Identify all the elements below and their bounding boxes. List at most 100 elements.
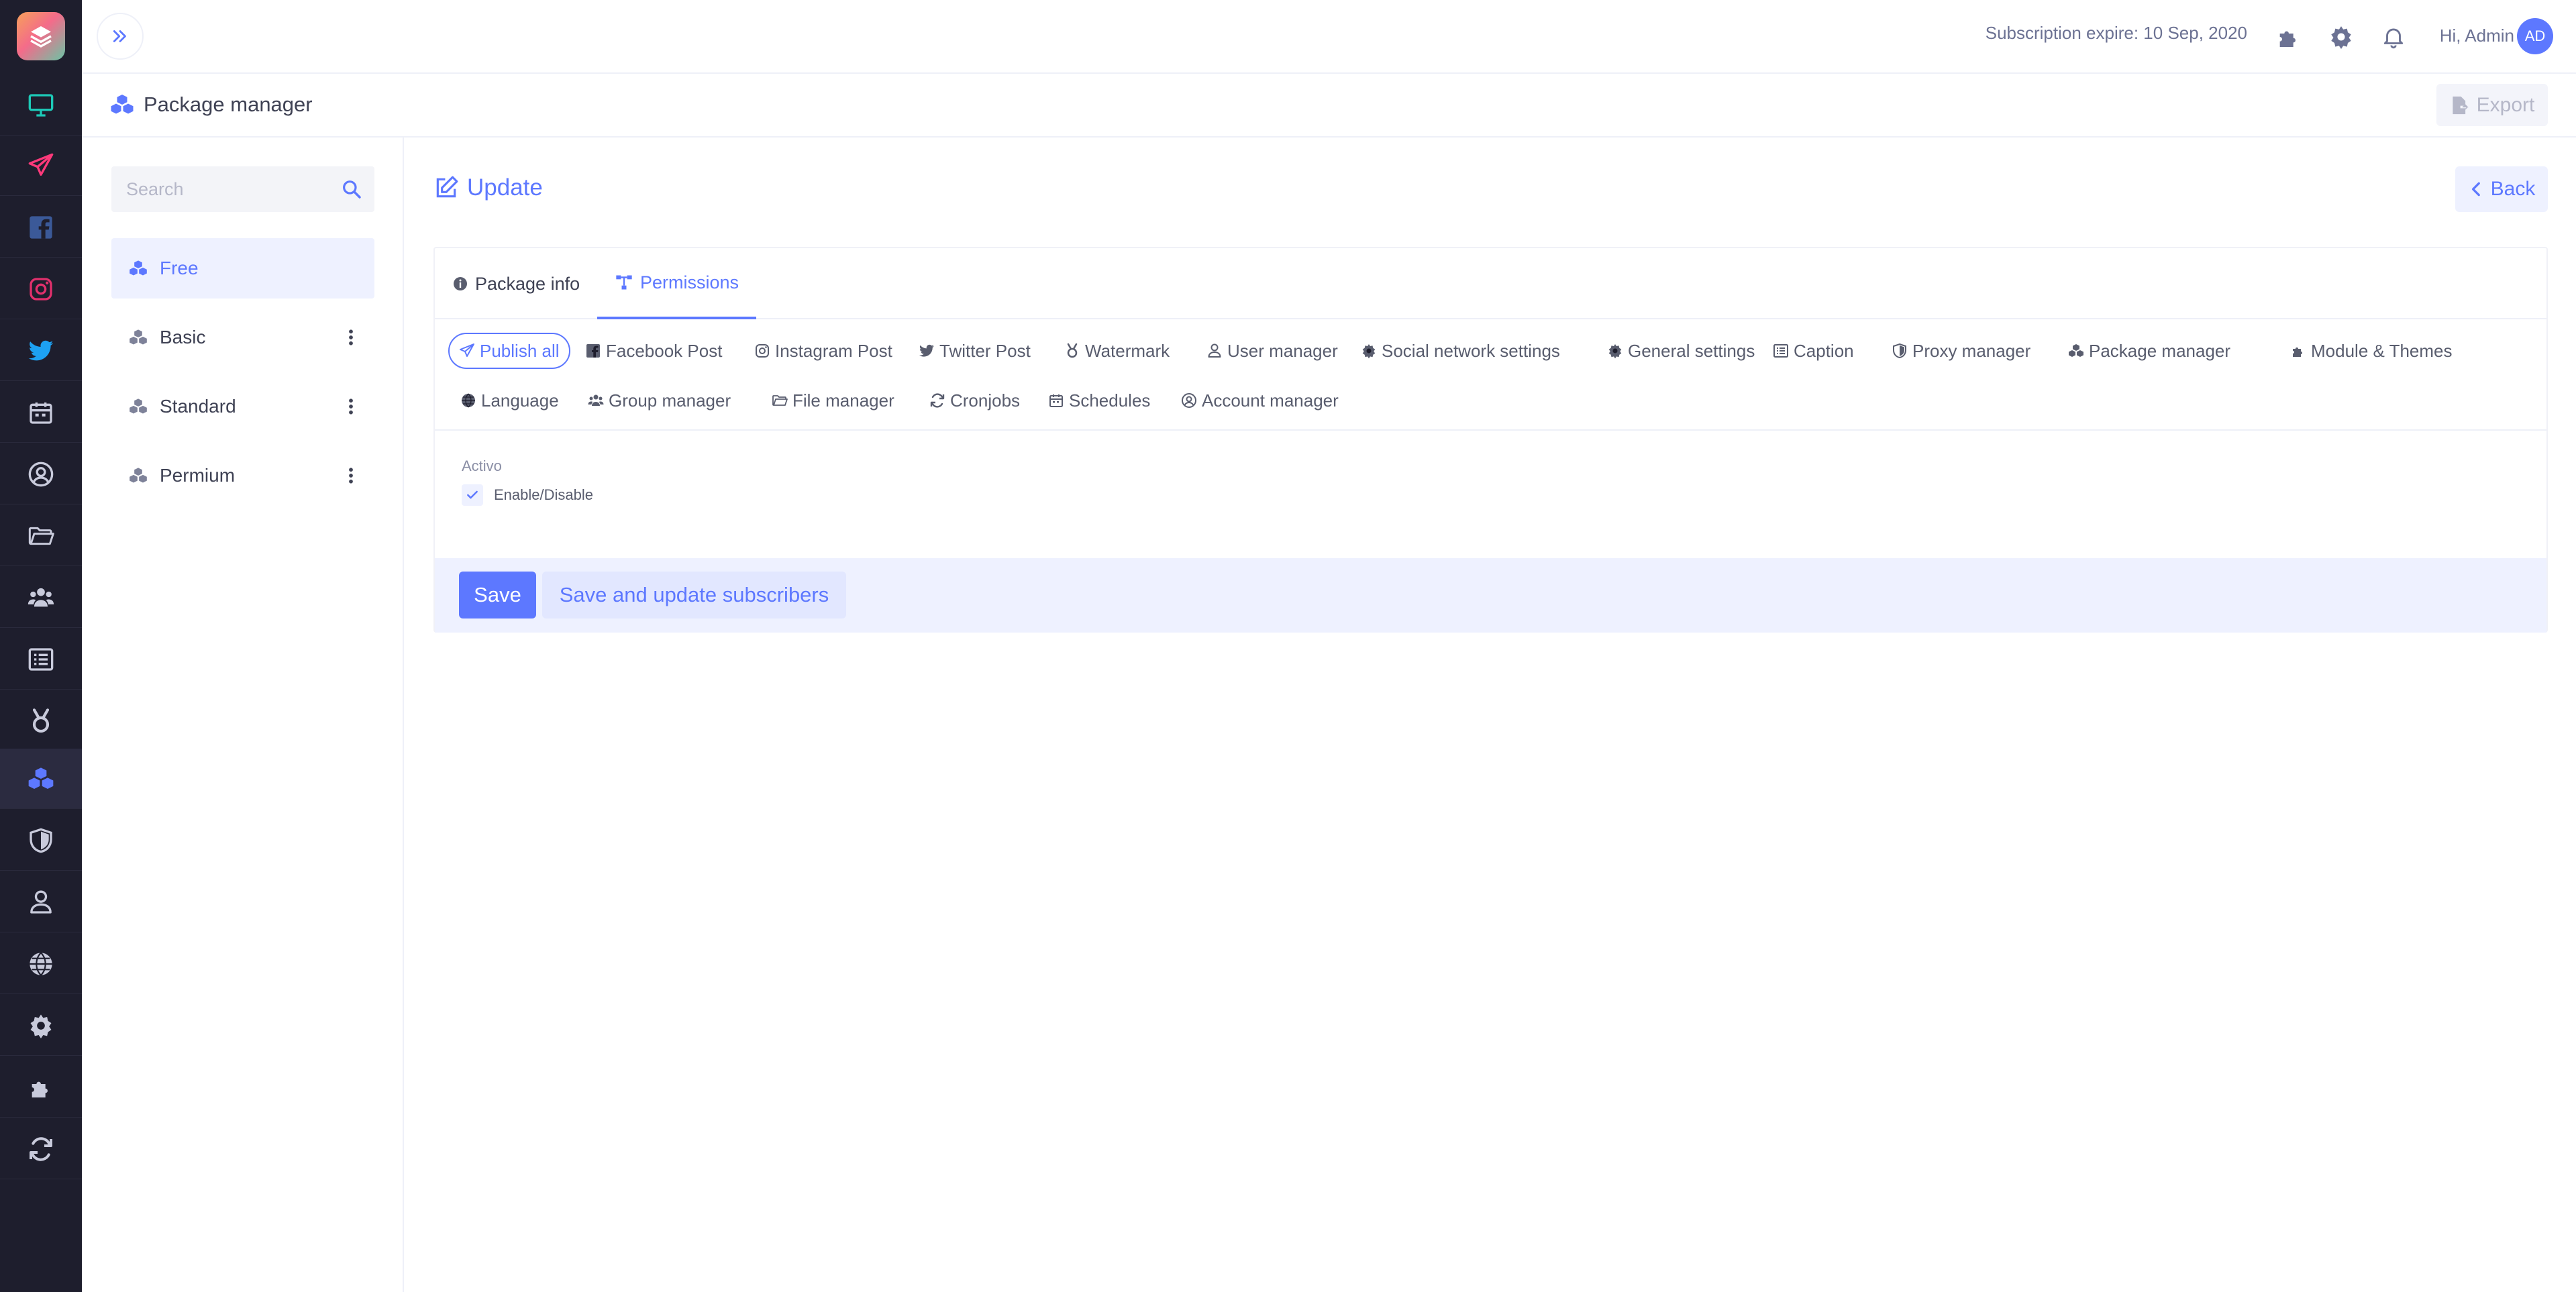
permission-tab-label: Account manager [1202, 390, 1339, 411]
permission-tab-social-network-settings[interactable]: Social network settings [1361, 333, 1560, 369]
update-heading: Update [433, 174, 543, 201]
gear-icon [1362, 344, 1376, 359]
tab-permissions[interactable]: Permissions [597, 248, 757, 319]
sidebar-item-cronjobs[interactable] [0, 1119, 82, 1179]
top-header: Subscription expire: 10 Sep, 2020 Hi, Ad… [82, 0, 2576, 74]
sidebar-item-facebook[interactable] [0, 197, 82, 258]
back-button[interactable]: Back [2455, 166, 2548, 212]
package-item-standard[interactable]: Standard [111, 376, 374, 437]
twitter-icon [28, 340, 54, 360]
permission-tab-group-manager[interactable]: Group manager [588, 382, 731, 419]
sidebar-item-dashboard[interactable] [0, 75, 82, 136]
checkbox-label[interactable]: Enable/Disable [494, 486, 593, 504]
field-label: Activo [462, 457, 502, 474]
sync-icon [930, 393, 945, 408]
form-actions: Save Save and update subscribers [435, 558, 2546, 633]
permission-tab-instagram-post[interactable]: Instagram Post [754, 333, 892, 369]
package-options-button[interactable] [341, 466, 361, 486]
package-item-free[interactable]: Free [111, 238, 374, 299]
twitter-icon [919, 344, 934, 357]
chevron-left-icon [2471, 182, 2480, 197]
permission-tab-publish-all[interactable]: Publish all [448, 333, 570, 369]
sidebar-item-schedules[interactable] [0, 382, 82, 443]
permission-tab-language[interactable]: Language [460, 382, 559, 419]
save-button[interactable]: Save [459, 572, 536, 618]
sidebar-item-user-manager[interactable] [0, 872, 82, 932]
permission-tab-package-manager[interactable]: Package manager [2068, 333, 2230, 369]
sidebar-item-file-manager[interactable] [0, 506, 82, 566]
layers-icon [30, 26, 52, 48]
save-and-update-button[interactable]: Save and update subscribers [542, 572, 846, 618]
modules-header-button[interactable] [2272, 20, 2306, 54]
user-icon [1208, 343, 1221, 358]
permission-tab-caption[interactable]: Caption [1773, 333, 1854, 369]
package-options-button[interactable] [341, 396, 361, 417]
permission-tab-account-manager[interactable]: Account manager [1181, 382, 1339, 419]
settings-header-button[interactable] [2324, 20, 2358, 54]
paper-plane-icon [460, 343, 474, 357]
permission-tab-general-settings[interactable]: General settings [1607, 333, 1755, 369]
permission-tab-label: User manager [1227, 340, 1338, 361]
cubes-icon [130, 468, 147, 483]
gear-icon [30, 1014, 52, 1038]
sidebar-item-account-manager[interactable] [0, 444, 82, 504]
user-icon [30, 890, 52, 914]
calendar-icon [30, 402, 52, 424]
sync-icon [30, 1136, 52, 1161]
cubes-icon [28, 767, 54, 789]
facebook-icon [30, 215, 52, 239]
folder-icon [772, 395, 788, 406]
user-circle-icon [28, 462, 54, 486]
folder-icon [28, 527, 54, 545]
sidebar-item-caption[interactable] [0, 629, 82, 690]
list-icon [28, 647, 54, 671]
export-button[interactable]: Export [2436, 84, 2548, 126]
sidebar-item-group-manager[interactable] [0, 568, 82, 628]
sidebar-item-proxy-manager[interactable] [0, 810, 82, 871]
user-greeting[interactable]: Hi, Admin [2440, 25, 2514, 46]
permission-tab-facebook-post[interactable]: Facebook Post [585, 333, 722, 369]
permission-tabs: Publish all Facebook Post Instagram Post Tw… [435, 319, 2546, 431]
package-list-panel: Free Basic Standard Permium [82, 138, 404, 1292]
permission-tab-cronjobs[interactable]: Cronjobs [929, 382, 1020, 419]
user-circle-icon [1182, 393, 1196, 408]
permission-tab-label: Publish all [480, 340, 560, 361]
instagram-icon [30, 277, 52, 301]
sidebar-item-package-manager[interactable] [0, 749, 82, 809]
sidebar-item-publish[interactable] [0, 136, 82, 196]
form-tabs: Package info Permissions [435, 248, 2546, 319]
package-options-button[interactable] [341, 327, 361, 347]
avatar[interactable]: AD [2517, 18, 2553, 54]
enable-checkbox[interactable] [462, 484, 483, 506]
edit-icon [436, 176, 458, 198]
cubes-icon [130, 260, 147, 276]
export-label: Export [2476, 93, 2535, 116]
permission-tab-twitter-post[interactable]: Twitter Post [919, 333, 1031, 369]
sidebar-item-watermark[interactable] [0, 691, 82, 751]
more-vertical-icon [349, 398, 353, 415]
info-circle-icon [454, 277, 467, 290]
notifications-header-button[interactable] [2377, 20, 2410, 54]
permission-tab-watermark[interactable]: Watermark [1064, 333, 1170, 369]
package-item-permium[interactable]: Permium [111, 445, 374, 506]
permission-tab-user-manager[interactable]: User manager [1206, 333, 1338, 369]
puzzle-icon [32, 1081, 48, 1097]
permission-tab-schedules[interactable]: Schedules [1048, 382, 1150, 419]
sidebar-item-modules[interactable] [0, 1057, 82, 1118]
package-item-basic[interactable]: Basic [111, 307, 374, 368]
search-button[interactable] [341, 178, 362, 200]
sidebar-item-twitter[interactable] [0, 321, 82, 381]
permission-tab-file-manager[interactable]: File manager [772, 382, 894, 419]
app-logo[interactable] [17, 12, 65, 60]
tab-package-info[interactable]: Package info [452, 248, 580, 319]
paper-plane-icon [28, 153, 54, 176]
search-input[interactable] [111, 166, 326, 212]
sidebar-item-language[interactable] [0, 934, 82, 994]
sidebar-item-settings[interactable] [0, 995, 82, 1056]
sidebar-toggle-button[interactable] [97, 13, 144, 60]
permission-tab-proxy-manager[interactable]: Proxy manager [1892, 333, 2030, 369]
permission-tab-module-themes[interactable]: Module & Themes [2290, 333, 2453, 369]
permission-tab-label: File manager [792, 390, 894, 411]
users-icon [588, 394, 604, 406]
sidebar-item-instagram[interactable] [0, 259, 82, 319]
